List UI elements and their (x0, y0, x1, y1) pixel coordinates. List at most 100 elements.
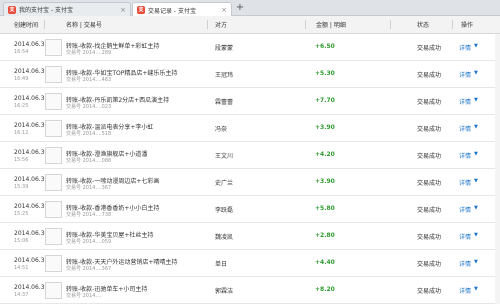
tab-transaction-records[interactable]: 支 交易记录 - 支付宝 × (132, 2, 232, 17)
table-row[interactable]: 2014.06.30 14:51 转账-收款-天天户外运动营销店+晴晴主持 交易… (0, 250, 500, 277)
row-txn-number: 交易号 2014....518 (66, 131, 112, 137)
row-status: 交易成功 (417, 234, 442, 241)
row-detail-link[interactable]: 详情 (459, 178, 471, 187)
row-txn-number: 交易号 2014....738 (66, 212, 112, 218)
tab-label: 交易记录 - 支付宝 (148, 7, 196, 15)
column-divider (44, 20, 45, 29)
row-counterparty: 魏凌凯 (215, 234, 234, 241)
table-row[interactable]: 2014.06.30 16:12 转账-收款-温派电表分享+李小虹 交易号 20… (0, 115, 500, 142)
chevron-down-icon[interactable]: ▼ (474, 205, 478, 211)
chevron-down-icon[interactable]: ▼ (474, 178, 478, 184)
row-time: 16:49 (14, 76, 29, 82)
row-amount: +3.90 (315, 124, 335, 131)
alipay-logo-icon: 支 (8, 5, 16, 14)
table-row[interactable]: 2014.06.30 16:49 转账-收款-华如宝TOP精品店+缝乐乐主持 交… (0, 61, 500, 88)
row-amount: +4.40 (315, 259, 335, 266)
row-date: 2014.06.30 (14, 176, 49, 183)
row-amount: +5.30 (315, 70, 335, 77)
column-divider (390, 20, 391, 29)
row-detail-link[interactable]: 详情 (459, 97, 471, 106)
chevron-down-icon[interactable]: ▼ (474, 151, 478, 157)
chevron-down-icon[interactable]: ▼ (474, 70, 478, 76)
row-detail-link[interactable]: 详情 (459, 151, 471, 160)
row-txn-number: 交易号 2014....367 (66, 266, 112, 272)
row-date: 2014.06.30 (14, 230, 49, 237)
row-txn-number: 交易号 2014....023 (66, 104, 112, 110)
table-row[interactable]: 2014.06.30 14:37 转账-收款-迅驰单车+小司主持 交易号 201… (0, 277, 500, 304)
table-row[interactable]: 2014.06.30 15:39 转账-收款-一嗦动漫周边店+七彩画 交易号 2… (0, 169, 500, 196)
row-amount: +2.80 (315, 232, 335, 239)
row-detail-link[interactable]: 详情 (459, 286, 471, 295)
tab-label: 我的支付宝 - 支付宝 (19, 7, 73, 14)
transaction-type-icon (45, 255, 62, 272)
row-counterparty: 李跃磊 (215, 207, 234, 214)
alipay-logo-icon: 支 (137, 6, 145, 14)
chevron-down-icon[interactable]: ▼ (474, 286, 478, 292)
row-status: 交易成功 (417, 153, 442, 160)
table-header: 创建时间 名称 | 交易号 对方 金额 | 明细 状态 操作 (0, 16, 500, 34)
row-status: 交易成功 (417, 207, 442, 214)
row-txn-number: 交易号 2014....289 (66, 50, 112, 56)
row-time: 15:06 (14, 238, 29, 244)
chevron-down-icon[interactable]: ▼ (474, 259, 478, 265)
header-party: 对方 (215, 22, 228, 29)
chevron-down-icon[interactable]: ▼ (474, 232, 478, 238)
row-detail-link[interactable]: 详情 (459, 43, 471, 52)
close-icon[interactable]: × (120, 6, 126, 14)
table-row[interactable]: 2014.06.30 15:25 转账-收款-香港香香奶+小小白主持 交易号 2… (0, 196, 500, 223)
row-counterparty: 王冠玮 (215, 72, 234, 79)
row-date: 2014.06.30 (14, 41, 49, 48)
table-row[interactable]: 2014.06.30 15:06 转账-收款-华美宝贝屋+杜丝主持 交易号 20… (0, 223, 500, 250)
row-time: 16:25 (14, 103, 29, 109)
header-created-time[interactable]: 创建时间 (14, 20, 38, 29)
row-detail-link[interactable]: 详情 (459, 259, 471, 268)
row-counterparty: 史广兰 (215, 180, 234, 187)
transaction-type-icon (45, 66, 62, 83)
row-detail-link[interactable]: 详情 (459, 232, 471, 241)
row-date: 2014.06.30 (14, 284, 49, 291)
row-amount: +6.50 (315, 43, 335, 50)
row-txn-number: 交易号 2014.... (66, 293, 102, 299)
row-counterparty: 单日 (215, 261, 228, 268)
tab-my-alipay[interactable]: 支 我的支付宝 - 支付宝 × (3, 2, 131, 16)
transaction-type-icon (45, 201, 62, 218)
row-amount: +4.20 (315, 151, 335, 158)
header-action: 操作 (461, 22, 474, 29)
row-amount: +8.20 (315, 286, 335, 293)
row-amount: +7.70 (315, 97, 335, 104)
table-row[interactable]: 2014.06.30 16:54 转账-收款-找企鹅生鲜单+彩虹主持 交易号 2… (0, 34, 500, 61)
new-tab-button[interactable]: + (235, 2, 245, 14)
column-divider (305, 20, 306, 29)
chevron-down-icon[interactable]: ▼ (474, 97, 478, 103)
row-time: 15:39 (14, 184, 29, 190)
table-row[interactable]: 2014.06.30 16:25 转账-收款-丹乐凯第2分店+西瓜演主持 交易号… (0, 88, 500, 115)
row-txn-number: 交易号 2014....088 (66, 158, 112, 164)
header-name-txn: 名称 | 交易号 (66, 22, 102, 29)
row-detail-link[interactable]: 详情 (459, 205, 471, 214)
row-detail-link[interactable]: 详情 (459, 124, 471, 133)
row-date: 2014.06.30 (14, 203, 49, 210)
row-status: 交易成功 (417, 261, 442, 268)
chevron-down-icon[interactable]: ▼ (474, 124, 478, 130)
close-icon[interactable]: × (221, 6, 227, 14)
header-status: 状态 (417, 22, 430, 29)
row-date: 2014.06.30 (14, 95, 49, 102)
header-amount-detail: 金额 | 明细 (316, 22, 346, 29)
row-time: 14:51 (14, 265, 29, 271)
chevron-down-icon[interactable]: ▼ (474, 43, 478, 49)
column-divider (207, 20, 208, 29)
row-time: 15:25 (14, 211, 29, 217)
row-status: 交易成功 (417, 72, 442, 79)
row-time: 14:37 (14, 292, 29, 298)
table-row[interactable]: 2014.06.30 15:56 转账-收款-澄渔旗舰店+小道潘 交易号 201… (0, 142, 500, 169)
row-status: 交易成功 (417, 45, 442, 52)
row-detail-link[interactable]: 详情 (459, 70, 471, 79)
row-time: 16:54 (14, 49, 29, 55)
transaction-type-icon (45, 93, 62, 110)
row-counterparty: 冯奈 (215, 126, 228, 133)
vertical-scrollbar[interactable] (495, 34, 500, 304)
row-time: 16:12 (14, 130, 29, 136)
column-divider (452, 20, 453, 29)
transaction-type-icon (45, 228, 62, 245)
row-counterparty: 霖蕾蕾 (215, 99, 234, 106)
